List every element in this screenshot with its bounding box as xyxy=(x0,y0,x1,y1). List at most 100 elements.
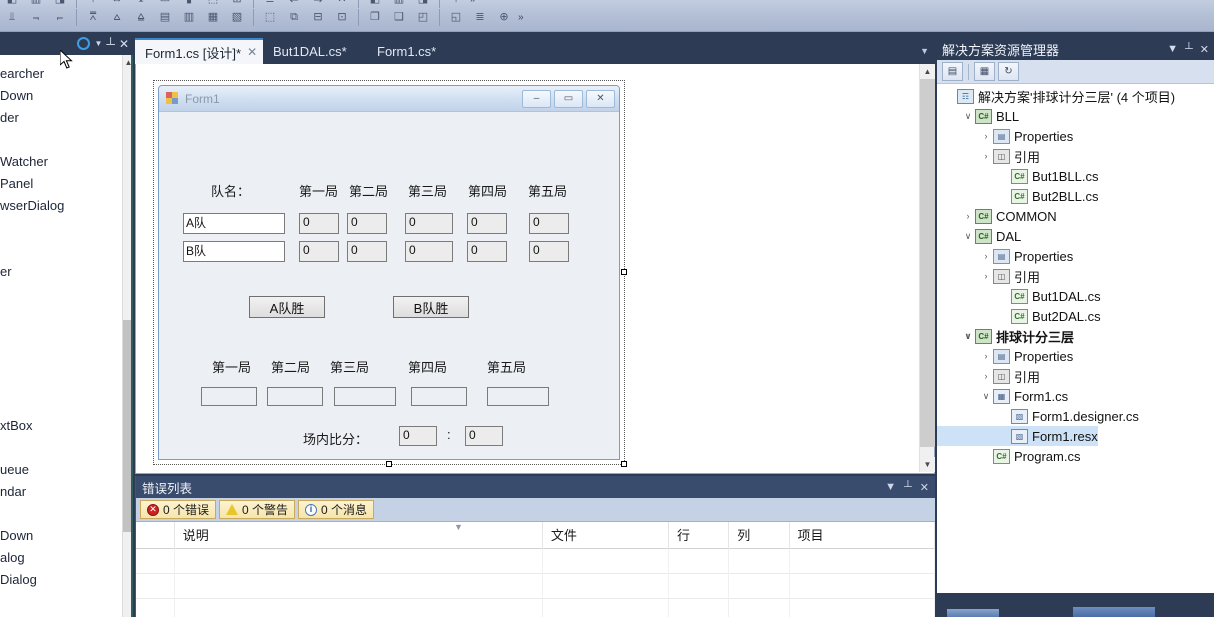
form-designer-surface[interactable]: Form1 – ▭ ✕ 队名： 第一局 第二局 第三局 第四局 第五局 A队 0… xyxy=(135,64,935,474)
resize-grip-bottom[interactable] xyxy=(386,461,392,467)
set-result-2-input[interactable] xyxy=(267,387,323,406)
error-filter-button[interactable]: ✕ 0 个错误 xyxy=(140,500,217,519)
tree-node[interactable]: ∨ C# BLL xyxy=(937,106,1019,126)
minimize-button[interactable]: – xyxy=(522,89,551,108)
column-header[interactable]: 项目 xyxy=(790,521,935,549)
toolbox-item[interactable]: wserDialog xyxy=(0,195,64,217)
same-width-icon[interactable]: ▤ xyxy=(154,7,176,28)
toolbar-overflow-button[interactable]: » xyxy=(518,12,524,23)
form-selection-frame[interactable]: Form1 – ▭ ✕ 队名： 第一局 第二局 第三局 第四局 第五局 A队 0… xyxy=(153,80,627,467)
close-icon[interactable]: ✕ xyxy=(1200,43,1209,56)
column-header[interactable]: 行 xyxy=(669,521,730,549)
toolbox-item[interactable]: xtBox xyxy=(0,415,33,437)
document-tab[interactable]: But1DAL.cs* xyxy=(263,38,363,64)
tab-overflow-chevron-icon[interactable]: ▼ xyxy=(920,46,929,56)
properties-window-icon[interactable]: ▤ xyxy=(942,62,963,81)
align-middles-icon[interactable]: ⩟ xyxy=(106,7,128,28)
set-result-5-input[interactable] xyxy=(487,387,549,406)
table-row[interactable] xyxy=(136,599,936,617)
chevron-down-icon[interactable]: ▼ xyxy=(885,481,896,493)
toolbox-item[interactable]: earcher xyxy=(0,63,44,85)
size-grid-icon[interactable]: ▧ xyxy=(226,7,248,28)
send-to-back-icon[interactable]: ◱ xyxy=(445,7,467,28)
team-a-set5-input[interactable]: 0 xyxy=(529,213,569,234)
align-tops-icon[interactable]: ⩞ xyxy=(82,7,104,28)
align-bottoms-icon[interactable]: ⩠ xyxy=(130,7,152,28)
team-b-set2-input[interactable]: 0 xyxy=(347,241,387,262)
designed-form-window[interactable]: Form1 – ▭ ✕ 队名： 第一局 第二局 第三局 第四局 第五局 A队 0… xyxy=(158,85,620,460)
center-horizontally-icon[interactable]: ❐ xyxy=(364,7,386,28)
chevron-down-icon[interactable]: ∨ xyxy=(961,111,975,122)
close-icon[interactable]: ✕ xyxy=(920,481,929,494)
designer-vertical-scrollbar[interactable]: ▲ ▼ xyxy=(919,64,935,472)
document-tab[interactable]: Form1.cs* xyxy=(367,38,455,64)
align-centers-icon[interactable]: ⫬ xyxy=(25,7,47,28)
toolbox-item[interactable]: er xyxy=(0,261,12,283)
team-a-name-input[interactable]: A队 xyxy=(183,213,285,234)
team-b-win-button[interactable]: B队胜 xyxy=(393,296,469,318)
toolbox-item-list[interactable]: earcher Down der Watcher Panel wserDialog er xt… xyxy=(0,55,122,617)
toolbox-item[interactable]: Watcher xyxy=(0,151,48,173)
toolbox-item[interactable]: Panel xyxy=(0,173,33,195)
space-remove-h-icon[interactable]: ⊡ xyxy=(331,7,353,28)
chevron-down-icon[interactable]: ▼ xyxy=(95,39,103,48)
refresh-icon[interactable]: ↻ xyxy=(998,62,1019,81)
bring-to-front-icon[interactable]: ◰ xyxy=(412,7,434,28)
pin-icon[interactable]: ┴ xyxy=(106,38,115,50)
info-filter-button[interactable]: i0 个消息 xyxy=(298,500,375,519)
column-header[interactable]: 文件 xyxy=(543,521,669,549)
document-tab[interactable]: Form1.cs [设计]* ✕ xyxy=(135,38,263,64)
tree-node[interactable]: › ▤ Properties xyxy=(937,246,1073,266)
chevron-down-icon[interactable]: ∨ xyxy=(961,331,975,342)
show-all-files-icon[interactable]: ▦ xyxy=(974,62,995,81)
tree-node[interactable]: › ◫ 引用 xyxy=(937,146,1040,166)
team-b-set1-input[interactable]: 0 xyxy=(299,241,339,262)
center-vertically-icon[interactable]: ❑ xyxy=(388,7,410,28)
tree-node[interactable]: ▧ Form1.resx xyxy=(937,426,1098,446)
maximize-button[interactable]: ▭ xyxy=(554,89,583,108)
tree-node[interactable]: C# But1DAL.cs xyxy=(937,286,1101,306)
chevron-right-icon[interactable]: › xyxy=(979,371,993,381)
pin-icon[interactable]: ┴ xyxy=(1185,43,1193,55)
tab-close-icon[interactable]: ✕ xyxy=(247,45,257,59)
toolbox-item[interactable]: Dialog xyxy=(0,569,37,591)
chevron-down-icon[interactable]: ∨ xyxy=(979,391,993,402)
column-header[interactable]: 列 xyxy=(729,521,790,549)
toolbox-item[interactable]: der xyxy=(0,107,19,129)
toolbar-overflow-button[interactable]: » xyxy=(470,0,476,5)
solution-tree[interactable]: ☶ 解决方案'排球计分三层' (4 个项目) ∨ C# BLL › ▤ Properties ›… xyxy=(937,84,1214,617)
tree-node[interactable]: C# But2BLL.cs xyxy=(937,186,1099,206)
live-score-right-input[interactable]: 0 xyxy=(465,426,503,446)
warning-filter-button[interactable]: 0 个警告 xyxy=(219,500,296,519)
tree-node[interactable]: ∨ C# DAL xyxy=(937,226,1021,246)
chevron-right-icon[interactable]: › xyxy=(979,151,993,161)
table-row[interactable] xyxy=(136,549,936,574)
space-equal-h-icon[interactable]: ⬚ xyxy=(259,7,281,28)
chevron-right-icon[interactable]: › xyxy=(979,131,993,141)
chevron-right-icon[interactable]: › xyxy=(961,211,975,221)
scroll-down-arrow-icon[interactable]: ▼ xyxy=(920,457,935,472)
live-score-left-input[interactable]: 0 xyxy=(399,426,437,446)
tree-node[interactable]: C# But2DAL.cs xyxy=(937,306,1101,326)
scroll-up-arrow-icon[interactable]: ▲ xyxy=(920,64,935,79)
align-lefts-icon[interactable]: ⫫ xyxy=(1,7,23,28)
toolbox-item[interactable]: ndar xyxy=(0,481,26,503)
same-both-icon[interactable]: ▦ xyxy=(202,7,224,28)
team-a-set1-input[interactable]: 0 xyxy=(299,213,339,234)
close-icon[interactable]: ✕ xyxy=(119,38,129,50)
resize-grip-corner[interactable] xyxy=(621,461,627,467)
team-b-set4-input[interactable]: 0 xyxy=(467,241,507,262)
team-b-name-input[interactable]: B队 xyxy=(183,241,285,262)
column-header[interactable]: 说明 xyxy=(175,521,543,549)
lock-controls-icon[interactable]: ⊕ xyxy=(493,7,515,28)
tab-order-icon[interactable]: ≣ xyxy=(469,7,491,28)
team-b-set5-input[interactable]: 0 xyxy=(529,241,569,262)
tree-node[interactable]: C# But1BLL.cs xyxy=(937,166,1099,186)
toolbox-item[interactable]: alog xyxy=(0,547,25,569)
team-a-set2-input[interactable]: 0 xyxy=(347,213,387,234)
align-rights-icon[interactable]: ⫭ xyxy=(49,7,71,28)
space-decrease-h-icon[interactable]: ⊟ xyxy=(307,7,329,28)
team-a-set3-input[interactable]: 0 xyxy=(405,213,453,234)
tree-node[interactable]: › ▤ Properties xyxy=(937,346,1073,366)
tree-node[interactable]: C# Program.cs xyxy=(937,446,1080,466)
